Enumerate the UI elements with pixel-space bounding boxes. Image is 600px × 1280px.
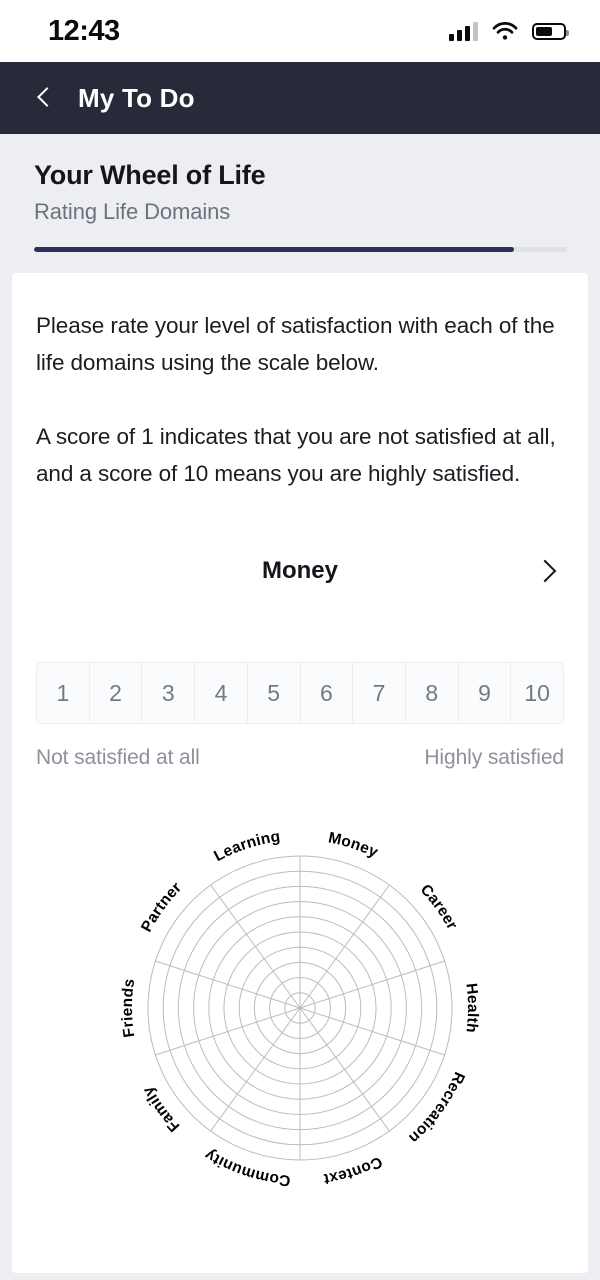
wheel-label-context: Context	[322, 1153, 384, 1188]
instruction-paragraph-2: A score of 1 indicates that you are not …	[36, 424, 556, 486]
battery-icon	[532, 22, 569, 40]
app-header: My To Do	[0, 62, 600, 134]
wheel-label-friends: Friends	[119, 978, 138, 1039]
current-domain-label: Money	[261, 557, 338, 584]
rating-cell-4[interactable]: 4	[195, 663, 248, 723]
scale-endpoint-labels: Not satisfied at all Highly satisfied	[36, 746, 564, 770]
page-heading: Your Wheel of Life Rating Life Domains	[0, 134, 600, 252]
wheel-label-health: Health	[462, 982, 481, 1033]
wheel-label-partner: Partner	[138, 879, 185, 935]
scale-low-label: Not satisfied at all	[36, 746, 200, 769]
wheel-label-career: Career	[417, 881, 461, 932]
wifi-icon	[492, 22, 518, 40]
rating-cell-1[interactable]: 1	[37, 663, 90, 723]
domain-selector: Money	[36, 544, 564, 598]
wheel-label-learning: Learning	[211, 828, 281, 865]
page-title: Your Wheel of Life	[34, 160, 266, 190]
wheel-of-life-svg[interactable]: MoneyCareerHealthRecreationContextCommun…	[90, 798, 510, 1218]
rating-cell-10[interactable]: 10	[511, 663, 563, 723]
progress-bar-fill	[34, 247, 514, 252]
rating-cell-3[interactable]: 3	[142, 663, 196, 723]
status-bar: 12:43	[0, 0, 600, 62]
signal-bars-icon	[449, 21, 478, 41]
rating-scale: 1 2 3 4 5 6 7 8 9 10	[36, 662, 564, 724]
status-time: 12:43	[48, 14, 120, 47]
rating-cell-9[interactable]: 9	[458, 663, 512, 723]
chevron-right-icon[interactable]	[532, 558, 558, 584]
progress-bar	[34, 247, 567, 252]
rating-cell-5[interactable]: 5	[247, 663, 301, 723]
wheel-label-community: Community	[202, 1146, 291, 1189]
rating-cell-6[interactable]: 6	[300, 663, 354, 723]
rating-cell-8[interactable]: 8	[405, 663, 459, 723]
wheel-label-money: Money	[327, 829, 381, 861]
scale-high-label: Highly satisfied	[424, 746, 564, 769]
rating-cell-7[interactable]: 7	[353, 663, 406, 723]
back-chevron-icon[interactable]	[34, 87, 56, 109]
page-subtitle: Rating Life Domains	[34, 199, 231, 224]
app-title: My To Do	[78, 82, 195, 113]
rating-cell-2[interactable]: 2	[89, 663, 143, 723]
content-card: Please rate your level of satisfaction w…	[12, 273, 588, 1273]
wheel-label-family: Family	[139, 1083, 183, 1135]
instruction-paragraph-1: Please rate your level of satisfaction w…	[36, 313, 555, 375]
status-icons	[449, 21, 569, 41]
wheel-of-life-chart[interactable]: Money Career Health Recreation Context Commun…	[36, 798, 564, 1218]
